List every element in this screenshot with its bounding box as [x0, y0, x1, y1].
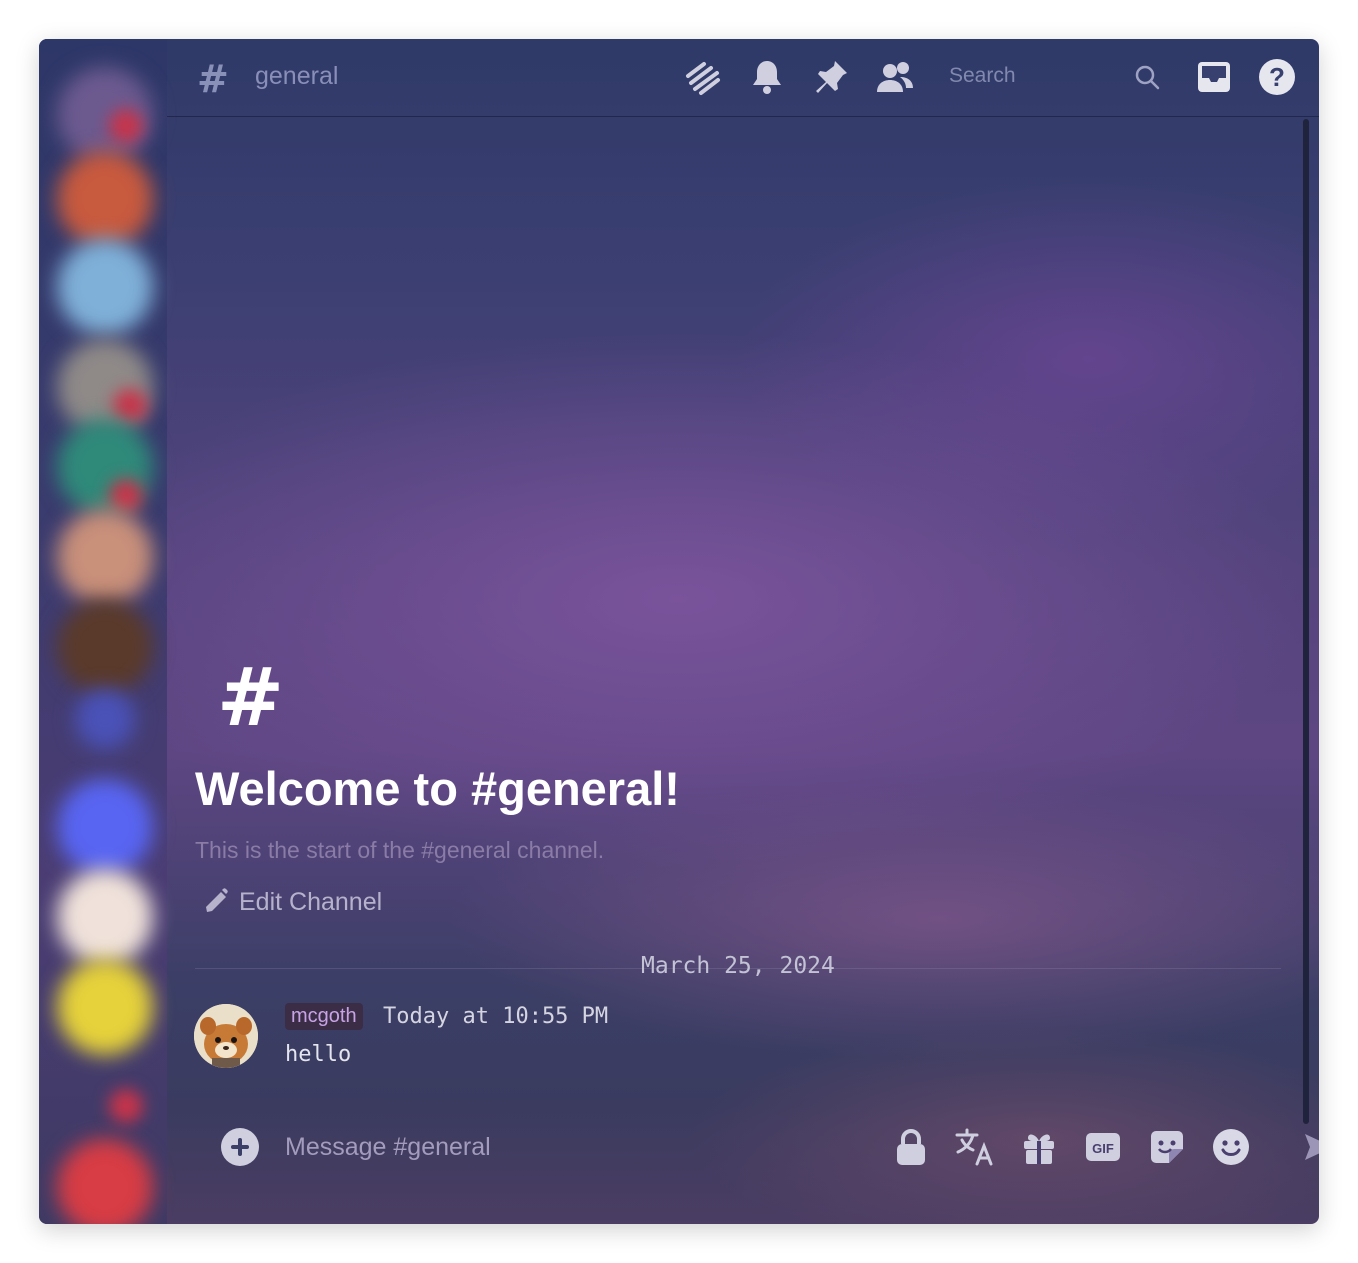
svg-text:?: ?	[1269, 62, 1285, 92]
message-text: hello	[285, 1042, 352, 1067]
help-icon[interactable]: ?	[1257, 57, 1297, 97]
sticker-icon[interactable]	[1147, 1127, 1187, 1167]
lock-icon[interactable]	[891, 1127, 931, 1167]
app-window: # general Search ? # Welcome to #general…	[39, 39, 1319, 1224]
translate-icon[interactable]	[955, 1127, 995, 1167]
plus-icon[interactable]	[221, 1128, 259, 1166]
bell-icon[interactable]	[747, 57, 787, 97]
channel-header: # general Search ?	[167, 39, 1319, 117]
server-icon[interactable]	[75, 689, 135, 749]
emoji-icon[interactable]	[1211, 1127, 1251, 1167]
search-input[interactable]: Search	[949, 64, 1016, 88]
server-icon[interactable]	[57, 239, 153, 335]
message-timestamp: Today at 10:55 PM	[383, 1004, 609, 1029]
server-list	[39, 39, 167, 1224]
pin-icon[interactable]	[811, 57, 851, 97]
gift-icon[interactable]	[1019, 1127, 1059, 1167]
edit-channel-button[interactable]: Edit Channel	[203, 887, 382, 917]
server-icon[interactable]	[57, 779, 153, 875]
pencil-icon	[203, 887, 229, 917]
server-icon[interactable]	[57, 151, 153, 247]
server-icon[interactable]	[57, 959, 153, 1055]
channel-hash-icon: #	[217, 651, 285, 744]
welcome-title: Welcome to #general!	[195, 762, 680, 815]
avatar[interactable]	[194, 1004, 258, 1068]
welcome-subtitle: This is the start of the #general channe…	[195, 837, 605, 863]
channel-name: general	[255, 62, 339, 90]
gif-label: GIF	[1092, 1141, 1114, 1156]
edit-channel-label: Edit Channel	[239, 887, 383, 916]
username[interactable]: mcgoth	[285, 1003, 363, 1030]
members-icon[interactable]	[875, 57, 915, 97]
channel-hash-icon: #	[197, 57, 229, 101]
server-icon[interactable]	[57, 509, 153, 605]
server-icon[interactable]	[57, 869, 153, 965]
threads-icon[interactable]	[683, 57, 723, 97]
send-icon[interactable]	[1299, 1127, 1319, 1167]
inbox-icon[interactable]	[1194, 57, 1234, 97]
date-divider-label: March 25, 2024	[641, 953, 835, 979]
message-composer: GIF	[195, 1113, 1319, 1181]
search-icon[interactable]	[1127, 57, 1167, 97]
scrollbar[interactable]	[1303, 119, 1309, 1124]
gif-icon[interactable]: GIF	[1083, 1127, 1123, 1167]
server-icon[interactable]	[57, 599, 153, 695]
server-icon[interactable]	[57, 1139, 153, 1224]
message-input[interactable]	[285, 1129, 805, 1165]
